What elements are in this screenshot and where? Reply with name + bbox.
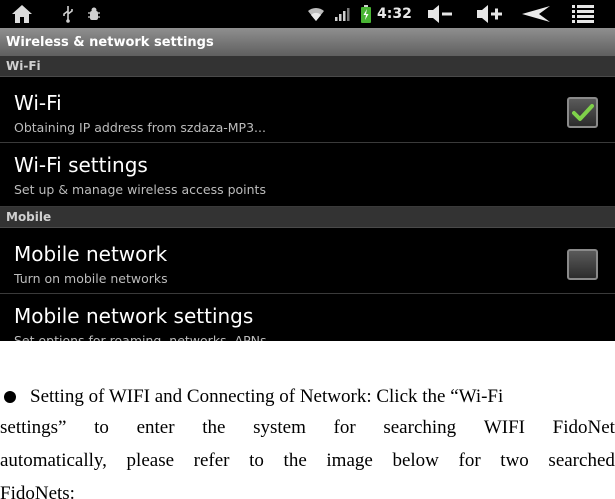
word: automatically, [0, 450, 107, 471]
line-text: Setting of WIFI and Connecting of Networ… [30, 386, 504, 407]
checkmark-icon [571, 103, 594, 121]
signal-icon [333, 0, 351, 28]
word: below [392, 450, 439, 471]
paragraph-line: Setting of WIFI and Connecting of Networ… [0, 380, 615, 414]
word: settings” [0, 417, 67, 438]
row-subtitle: Set options for roaming, networks, APNs [14, 333, 267, 341]
usb-icon [60, 0, 76, 28]
word: searched [548, 450, 615, 471]
menu-icon[interactable] [570, 0, 596, 28]
word: enter [136, 417, 175, 438]
home-icon[interactable] [8, 0, 36, 28]
word: please [126, 450, 175, 471]
section-header-wifi: Wi-Fi [0, 56, 615, 77]
back-icon[interactable] [520, 0, 552, 28]
paragraph-line: automatically, please refer to the image below… [0, 444, 615, 478]
word: system [253, 417, 306, 438]
volume-down-icon[interactable] [426, 0, 454, 28]
line-text: FidoNets: [0, 483, 75, 499]
word: the [202, 417, 226, 438]
status-bar: 4:32 [0, 0, 615, 28]
row-subtitle: Set up & manage wireless access points [14, 182, 266, 197]
android-screenshot: 4:32 Wireless & network settings Wi-Fi W… [0, 0, 615, 341]
row-title: Mobile network [14, 242, 168, 266]
wifi-icon [306, 0, 326, 28]
screen-title: Wireless & network settings [0, 28, 615, 56]
debug-icon [86, 0, 102, 28]
clock-time: 4:32 [377, 6, 412, 22]
battery-icon [360, 0, 372, 28]
mobile-network-checkbox[interactable] [567, 249, 598, 280]
word: for [333, 417, 356, 438]
volume-up-icon[interactable] [475, 0, 505, 28]
word: to [94, 417, 109, 438]
word: two [500, 450, 529, 471]
word: for [458, 450, 481, 471]
wifi-checkbox[interactable] [567, 97, 598, 128]
mobile-network-settings-row[interactable]: Mobile network settings Set options for … [0, 294, 615, 341]
paragraph-line: settings” to enter the system for searching WIF… [0, 411, 615, 445]
row-title: Wi-Fi [14, 91, 62, 115]
word: FidoNet [552, 417, 615, 438]
wifi-toggle-row[interactable]: Wi-Fi Obtaining IP address from szdaza-M… [0, 77, 615, 143]
row-title: Wi-Fi settings [14, 153, 148, 177]
row-title: Mobile network settings [14, 304, 254, 328]
wifi-settings-row[interactable]: Wi-Fi settings Set up & manage wireless … [0, 143, 615, 207]
word: refer [193, 450, 230, 471]
word: to [249, 450, 264, 471]
word: WIFI [483, 417, 525, 438]
section-header-mobile: Mobile [0, 207, 615, 228]
row-subtitle: Turn on mobile networks [14, 271, 168, 286]
mobile-network-row[interactable]: Mobile network Turn on mobile networks [0, 228, 615, 294]
word: the [283, 450, 307, 471]
paragraph-line: FidoNets: [0, 477, 615, 499]
bullet-icon [4, 391, 16, 403]
row-subtitle: Obtaining IP address from szdaza-MP3... [14, 120, 266, 135]
word: image [326, 450, 373, 471]
word: searching [383, 417, 457, 438]
